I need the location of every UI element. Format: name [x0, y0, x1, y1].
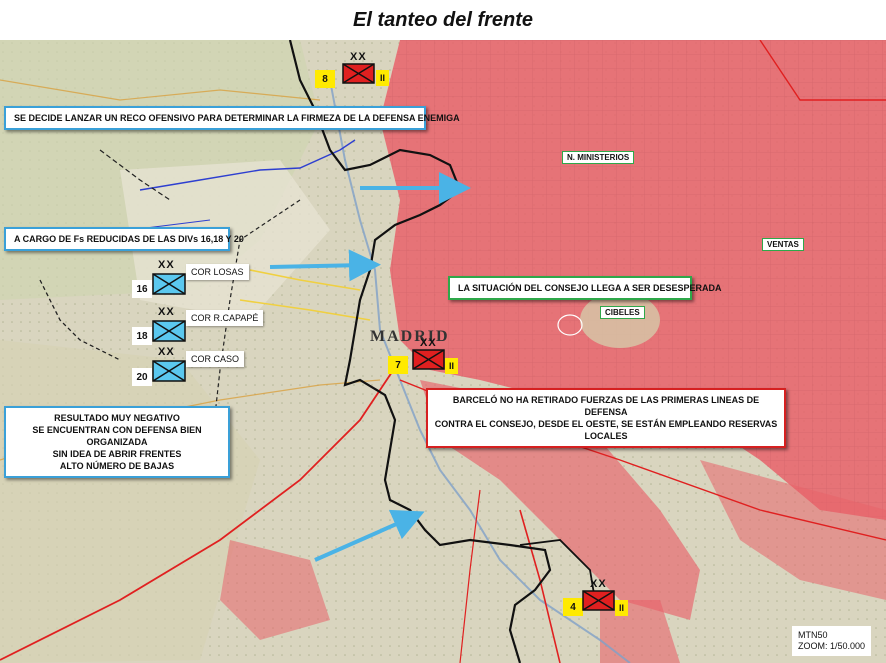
- resultado-line-1: RESULTADO MUY NEGATIVO: [54, 413, 180, 423]
- scale-box: MTN50 ZOOM: 1/50.000: [792, 626, 872, 656]
- friendly-division-symbol-18[interactable]: [152, 320, 186, 342]
- scale-source: MTN50: [798, 630, 828, 640]
- cargo-note: A CARGO DE Fs REDUCIDAS DE LAS DIVs 16,1…: [4, 227, 244, 251]
- corps-label-capape: COR R.CAPAPÉ: [186, 310, 264, 326]
- enemy-echelon-4: XX: [590, 578, 607, 590]
- reco-note-text: SE DECIDE LANZAR UN RECO OFENSIVO PARA D…: [14, 113, 460, 123]
- enemy-size-7: II: [445, 358, 458, 374]
- resultado-note: RESULTADO MUY NEGATIVO SE ENCUENTRAN CON…: [4, 406, 230, 478]
- situacion-note: LA SITUACIÓN DEL CONSEJO LLEGA A SER DES…: [448, 276, 722, 300]
- resultado-line-4: ALTO NÚMERO DE BAJAS: [59, 461, 175, 471]
- friendly-echelon-18: XX: [158, 306, 175, 318]
- situacion-note-text: LA SITUACIÓN DEL CONSEJO LLEGA A SER DES…: [458, 283, 722, 293]
- enemy-echelon-8: XX: [350, 51, 367, 63]
- reco-note: SE DECIDE LANZAR UN RECO OFENSIVO PARA D…: [4, 106, 460, 130]
- barcelo-line-1: BARCELÓ NO HA RETIRADO FUERZAS DE LAS PR…: [452, 395, 760, 417]
- scale-zoom: ZOOM: 1/50.000: [798, 641, 866, 651]
- label-cibeles: CIBELES: [600, 306, 645, 319]
- barcelo-line-2: CONTRA EL CONSEJO, DESDE EL OESTE, SE ES…: [434, 419, 778, 441]
- friendly-division-symbol-16[interactable]: [152, 273, 186, 295]
- friendly-unit-number-16: 16: [132, 280, 152, 298]
- map-canvas[interactable]: SE DECIDE LANZAR UN RECO OFENSIVO PARA D…: [0, 40, 886, 663]
- label-ventas: VENTAS: [762, 238, 804, 251]
- friendly-unit-number-20: 20: [132, 368, 152, 386]
- corps-label-losas: COR LOSAS: [186, 264, 249, 280]
- enemy-size-8: II: [376, 70, 389, 86]
- label-ministerios: N. MINISTERIOS: [562, 151, 635, 164]
- enemy-echelon-7: XX: [420, 337, 437, 349]
- label-madrid: MADRID: [370, 328, 450, 345]
- friendly-unit-number-18: 18: [132, 327, 152, 345]
- enemy-division-symbol-8[interactable]: [342, 63, 375, 84]
- enemy-division-symbol-4[interactable]: [582, 590, 615, 611]
- enemy-size-4: II: [615, 600, 628, 616]
- resultado-line-3: SIN IDEA DE ABRIR FRENTES: [52, 449, 182, 459]
- enemy-division-symbol-7[interactable]: [412, 349, 445, 370]
- enemy-unit-number-7: 7: [388, 356, 408, 374]
- resultado-line-2: SE ENCUENTRAN CON DEFENSA BIEN ORGANIZAD…: [32, 425, 202, 447]
- enemy-unit-number-4: 4: [563, 598, 583, 616]
- map-title: El tanteo del frente: [0, 0, 886, 40]
- friendly-echelon-16: XX: [158, 259, 175, 271]
- friendly-echelon-20: XX: [158, 346, 175, 358]
- cargo-note-text: A CARGO DE Fs REDUCIDAS DE LAS DIVs 16,1…: [14, 234, 244, 244]
- barcelo-note: BARCELÓ NO HA RETIRADO FUERZAS DE LAS PR…: [426, 388, 786, 448]
- friendly-division-symbol-20[interactable]: [152, 360, 186, 382]
- enemy-unit-number-8: 8: [315, 70, 335, 88]
- corps-label-caso: COR CASO: [186, 351, 245, 367]
